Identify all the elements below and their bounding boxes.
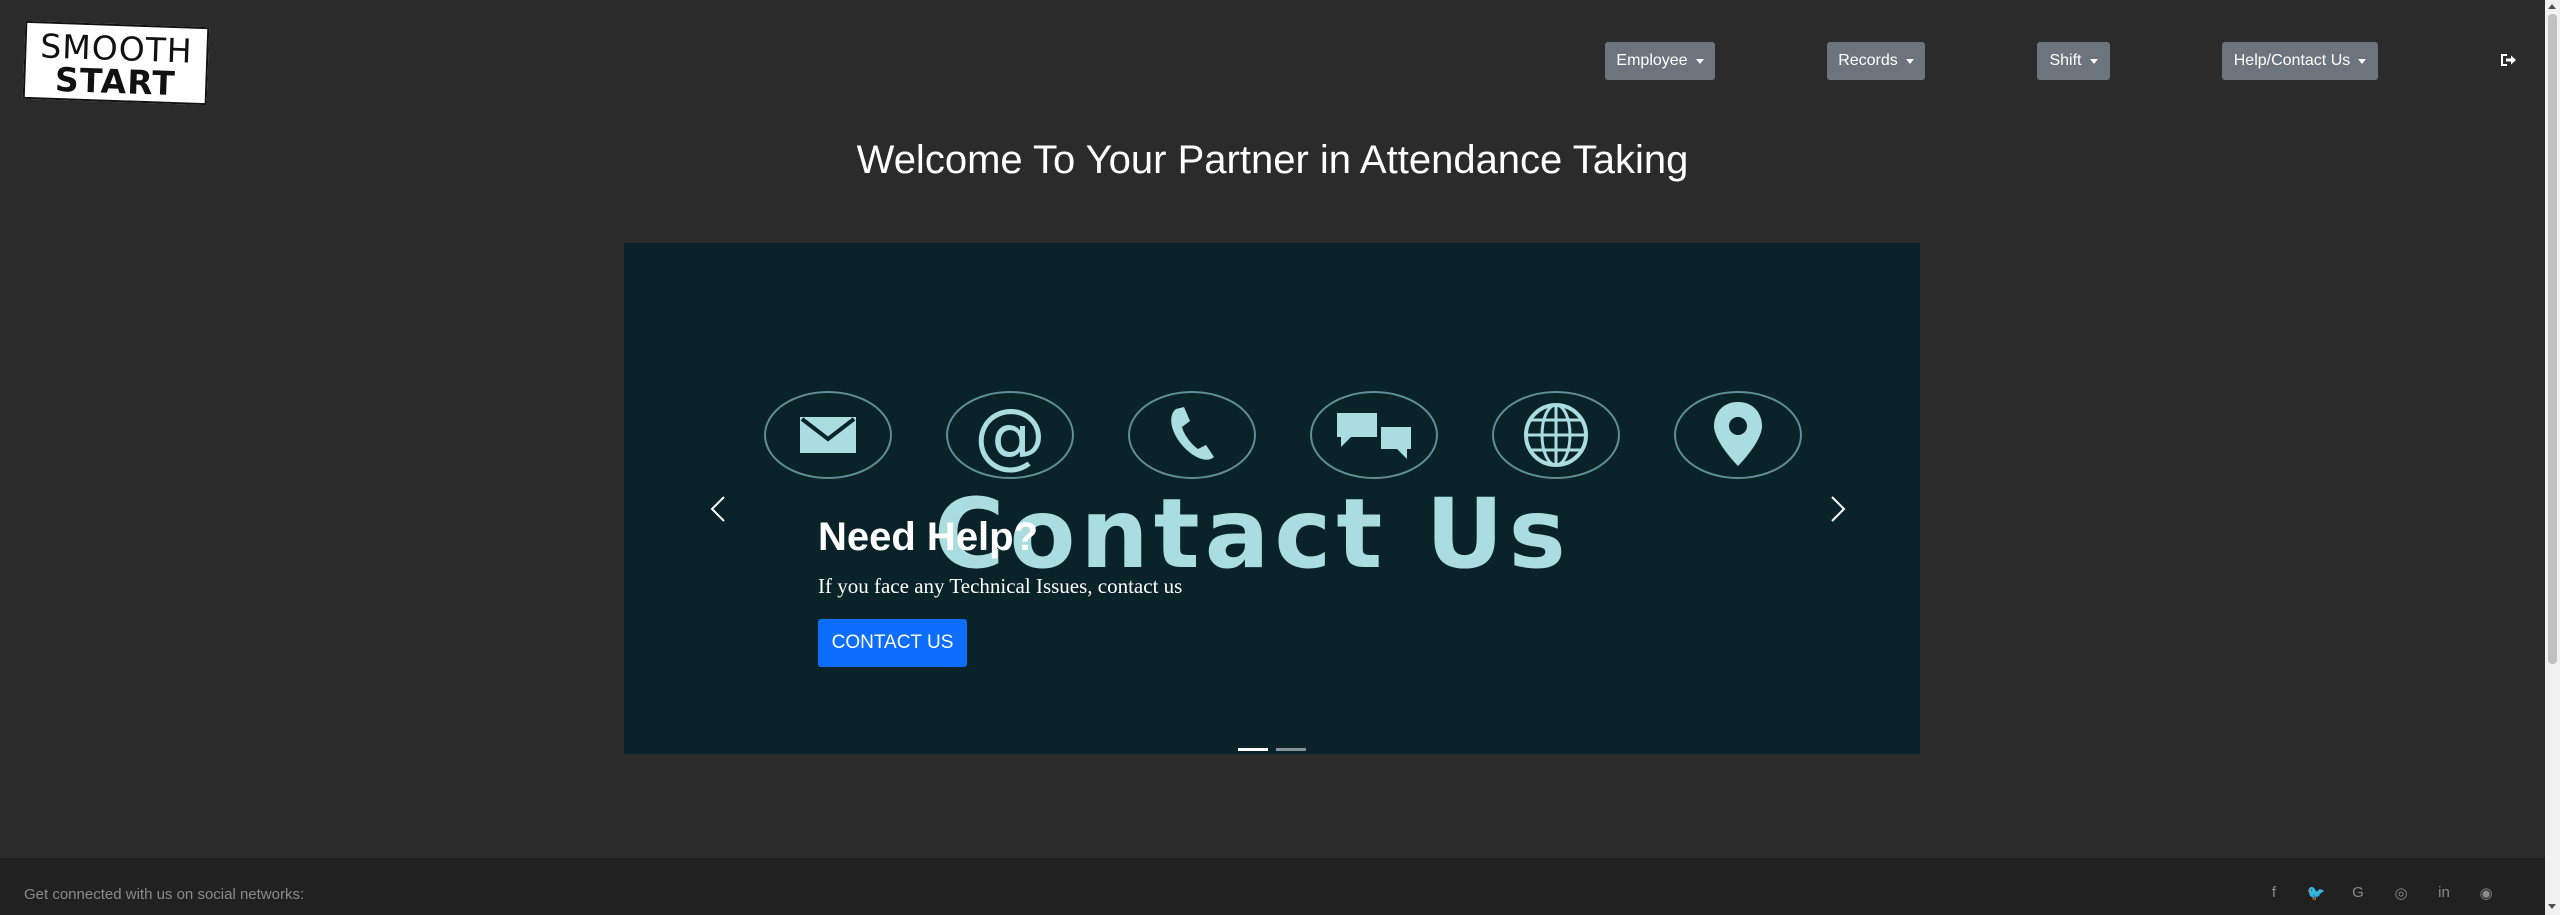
navbar: SMOOTH START Employee Records Shift Help… <box>0 0 2545 122</box>
carousel-indicator-1[interactable] <box>1238 748 1268 751</box>
carousel-caption-text: If you face any Technical Issues, contac… <box>818 574 1183 598</box>
chevron-left-icon[interactable] <box>704 493 736 525</box>
carousel: @ Contact Us Need Help? If you face any … <box>624 243 1920 754</box>
envelope-icon <box>764 391 892 479</box>
logo[interactable]: SMOOTH START <box>22 20 210 106</box>
location-pin-icon <box>1674 391 1802 479</box>
nav-help-contact-label: Help/Contact Us <box>2233 52 2351 69</box>
nav-help-contact-dropdown[interactable]: Help/Contact Us <box>2222 42 2378 80</box>
carousel-caption-title: Need Help? <box>818 515 1039 559</box>
caret-down-icon <box>2089 58 2098 64</box>
instagram-icon[interactable]: ◎ <box>2391 884 2411 902</box>
nav-shift-dropdown[interactable]: Shift <box>2037 42 2110 80</box>
twitter-icon[interactable]: 🐦 <box>2306 884 2326 902</box>
footer-social-text: Get connected with us on social networks… <box>24 886 305 903</box>
nav-shift-label: Shift <box>2049 52 2082 69</box>
caret-down-icon <box>1905 58 1914 64</box>
phone-icon <box>1128 391 1256 479</box>
google-icon[interactable]: G <box>2348 884 2368 901</box>
at-sign-icon: @ <box>946 391 1074 479</box>
nav-employee-dropdown[interactable]: Employee <box>1605 42 1715 80</box>
nav-records-label: Records <box>1838 52 1898 69</box>
scrollbar-thumb[interactable] <box>2548 14 2557 664</box>
contact-us-button[interactable]: CONTACT US <box>818 619 967 667</box>
carousel-indicator-2[interactable] <box>1276 748 1306 751</box>
nav-records-dropdown[interactable]: Records <box>1827 42 1925 80</box>
chevron-right-icon[interactable] <box>1820 493 1852 525</box>
sign-out-icon[interactable] <box>2498 50 2518 70</box>
linkedin-icon[interactable]: in <box>2434 884 2454 901</box>
scroll-down-icon[interactable] <box>2548 904 2556 909</box>
scroll-up-icon[interactable] <box>2548 4 2556 9</box>
github-icon[interactable]: ◉ <box>2476 884 2496 902</box>
chat-icon <box>1310 391 1438 479</box>
globe-icon <box>1492 391 1620 479</box>
caret-down-icon <box>2358 58 2367 64</box>
facebook-icon[interactable]: f <box>2264 884 2284 901</box>
footer: Get connected with us on social networks… <box>0 858 2545 915</box>
page-title: Welcome To Your Partner in Attendance Ta… <box>856 138 1689 182</box>
caret-down-icon <box>1695 58 1704 64</box>
nav-employee-label: Employee <box>1616 52 1688 69</box>
page: SMOOTH START Employee Records Shift Help… <box>0 0 2560 915</box>
